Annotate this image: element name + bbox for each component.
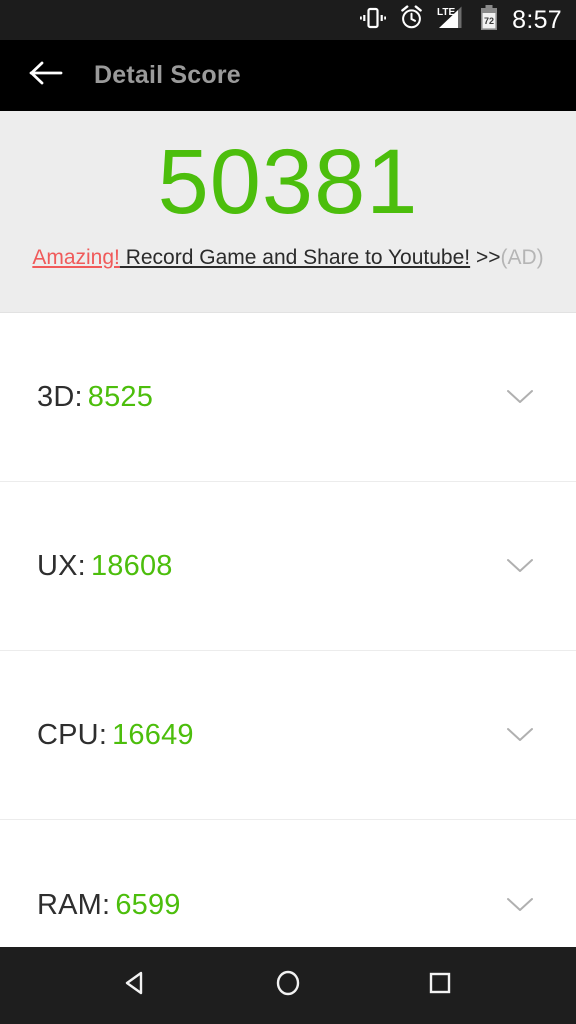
nav-home-icon <box>272 967 304 1004</box>
ad-label: (AD) <box>500 246 544 269</box>
chevron-down-icon[interactable] <box>500 715 540 755</box>
vibrate-icon <box>360 6 387 35</box>
back-button[interactable] <box>24 54 68 98</box>
status-bar-clock: 8:57 <box>512 5 562 34</box>
score-row-label: CPU: <box>37 719 108 751</box>
back-arrow-icon <box>29 59 63 92</box>
ad-body-text[interactable]: Record Game and Share to Youtube! <box>120 246 470 269</box>
score-row-value: 16649 <box>112 719 194 751</box>
battery-level-label: 72 <box>484 16 494 26</box>
status-icon-group: LTE 72 <box>360 4 498 36</box>
page-title: Detail Score <box>94 61 241 89</box>
score-row-text: 3D: 8525 <box>37 380 153 414</box>
score-detail-list: 3D: 8525 UX: 18608 CPU: 16649 RAM: 6599 <box>0 313 576 947</box>
nav-recents-button[interactable] <box>410 956 470 1016</box>
lte-signal-icon: LTE <box>437 5 467 35</box>
score-row-label: UX: <box>37 550 86 582</box>
score-row-text: CPU: 16649 <box>37 718 194 752</box>
score-row-text: UX: 18608 <box>37 549 173 583</box>
ad-banner[interactable]: Amazing! Record Game and Share to Youtub… <box>0 247 576 268</box>
score-row-value: 18608 <box>90 550 173 582</box>
battery-icon: 72 <box>480 4 498 36</box>
nav-recents-icon <box>424 967 456 1004</box>
score-row-text: RAM: 6599 <box>37 888 181 922</box>
total-score-value: 50381 <box>157 131 419 233</box>
alarm-clock-icon <box>399 5 424 35</box>
ad-arrows-text[interactable]: >> <box>470 246 501 269</box>
score-row-label: 3D: <box>37 381 83 413</box>
score-row-3d[interactable]: 3D: 8525 <box>0 313 576 482</box>
nav-back-icon <box>120 967 152 1004</box>
score-row-ram[interactable]: RAM: 6599 <box>0 820 576 947</box>
chevron-down-icon[interactable] <box>500 885 540 925</box>
chevron-down-icon[interactable] <box>500 546 540 586</box>
score-row-cpu[interactable]: CPU: 16649 <box>0 651 576 820</box>
status-bar: LTE 72 8:57 <box>0 0 576 40</box>
phone-screen: LTE 72 8:57 Detail Score 50381 Amazing! … <box>0 0 576 1024</box>
total-score-panel: 50381 Amazing! Record Game and Share to … <box>0 111 576 313</box>
android-navigation-bar <box>0 947 576 1024</box>
score-row-label: RAM: <box>37 888 111 921</box>
chevron-down-icon[interactable] <box>500 377 540 417</box>
ad-highlight-text[interactable]: Amazing! <box>32 246 120 269</box>
nav-back-button[interactable] <box>106 956 166 1016</box>
score-row-ux[interactable]: UX: 18608 <box>0 482 576 651</box>
score-row-value: 6599 <box>115 888 181 921</box>
score-row-value: 8525 <box>87 381 154 413</box>
app-toolbar: Detail Score <box>0 40 576 111</box>
nav-home-button[interactable] <box>258 956 318 1016</box>
